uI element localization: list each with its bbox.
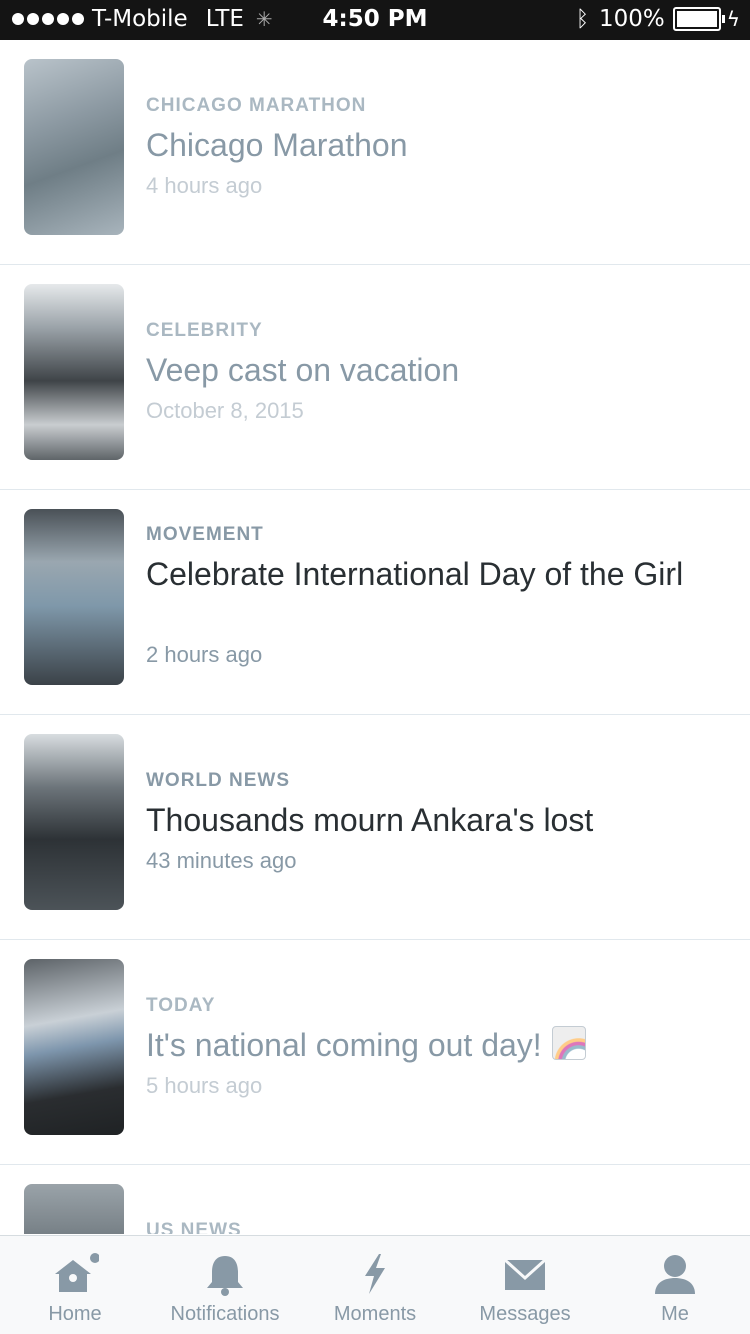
bluetooth-icon: ᛒ <box>575 6 590 32</box>
list-item[interactable]: US NEWS <box>0 1165 750 1234</box>
tab-label: Moments <box>333 1303 417 1325</box>
item-time: October 8, 2015 <box>146 398 304 423</box>
item-time: 43 minutes ago <box>146 848 297 873</box>
girls-photo <box>24 509 124 685</box>
coming-out-photo <box>24 959 124 1135</box>
item-category: TODAY <box>146 995 216 1016</box>
moments-screen: T-Mobile LTE ✳ 4:50 PM ᛒ 100% ϟ CHICAGO … <box>0 0 750 1334</box>
marathon-photo <box>24 59 124 235</box>
us-news-photo <box>24 1184 124 1234</box>
item-time: 4 hours ago <box>146 173 263 198</box>
rainbow-icon <box>551 1026 586 1060</box>
item-title: It's national coming out day! <box>146 1027 542 1063</box>
tab-label: Home <box>48 1303 102 1325</box>
list-item[interactable]: TODAY It's national coming out day! 5 ho… <box>0 940 750 1165</box>
list-item[interactable]: CELEBRITY Veep cast on vacation October … <box>0 265 750 490</box>
item-title: Thousands mourn Ankara's lost <box>146 802 594 838</box>
item-title: Chicago Marathon <box>146 127 408 163</box>
ankara-crowd-photo <box>24 734 124 910</box>
battery-percent: 100% <box>599 6 665 32</box>
tab-messages[interactable]: Messages <box>450 1236 600 1334</box>
tab-label: Messages <box>479 1303 571 1325</box>
tab-me[interactable]: Me <box>600 1236 750 1334</box>
item-title-wrap: It's national coming out day! <box>146 1025 706 1065</box>
charging-icon: ϟ <box>726 7 740 31</box>
person-icon <box>655 1255 695 1294</box>
item-category: WORLD NEWS <box>146 770 291 791</box>
lightning-icon <box>365 1254 385 1294</box>
battery-fill <box>676 11 717 27</box>
item-category: CHICAGO MARATHON <box>146 95 367 116</box>
moments-list[interactable]: CHICAGO MARATHON Chicago Marathon 4 hour… <box>0 40 750 1234</box>
list-item[interactable]: MOVEMENT Celebrate International Day of … <box>0 490 750 715</box>
veep-cast-photo <box>24 284 124 460</box>
item-title: Veep cast on vacation <box>146 352 460 388</box>
tab-notifications[interactable]: Notifications <box>150 1236 300 1334</box>
tab-home[interactable]: Home <box>0 1236 150 1334</box>
status-bar: T-Mobile LTE ✳ 4:50 PM ᛒ 100% ϟ <box>0 0 750 40</box>
item-category: CELEBRITY <box>146 320 263 341</box>
tab-label: Me <box>661 1303 689 1325</box>
tab-bar: Home Notifications Moments Messages Me <box>0 1235 750 1334</box>
battery-icon <box>672 7 725 31</box>
envelope-icon <box>503 1258 547 1290</box>
home-icon <box>55 1253 99 1292</box>
bell-icon <box>207 1256 243 1296</box>
tab-label: Notifications <box>170 1303 280 1325</box>
item-category: MOVEMENT <box>146 524 264 545</box>
list-item[interactable]: CHICAGO MARATHON Chicago Marathon 4 hour… <box>0 40 750 265</box>
item-category: US NEWS <box>146 1220 242 1234</box>
status-right: ᛒ 100% ϟ <box>576 6 740 32</box>
item-time: 2 hours ago <box>146 642 263 667</box>
item-time: 5 hours ago <box>146 1073 263 1098</box>
list-item[interactable]: WORLD NEWS Thousands mourn Ankara's lost… <box>0 715 750 940</box>
item-title: Celebrate International Day of the Girl <box>146 556 684 592</box>
tab-moments[interactable]: Moments <box>300 1236 450 1334</box>
